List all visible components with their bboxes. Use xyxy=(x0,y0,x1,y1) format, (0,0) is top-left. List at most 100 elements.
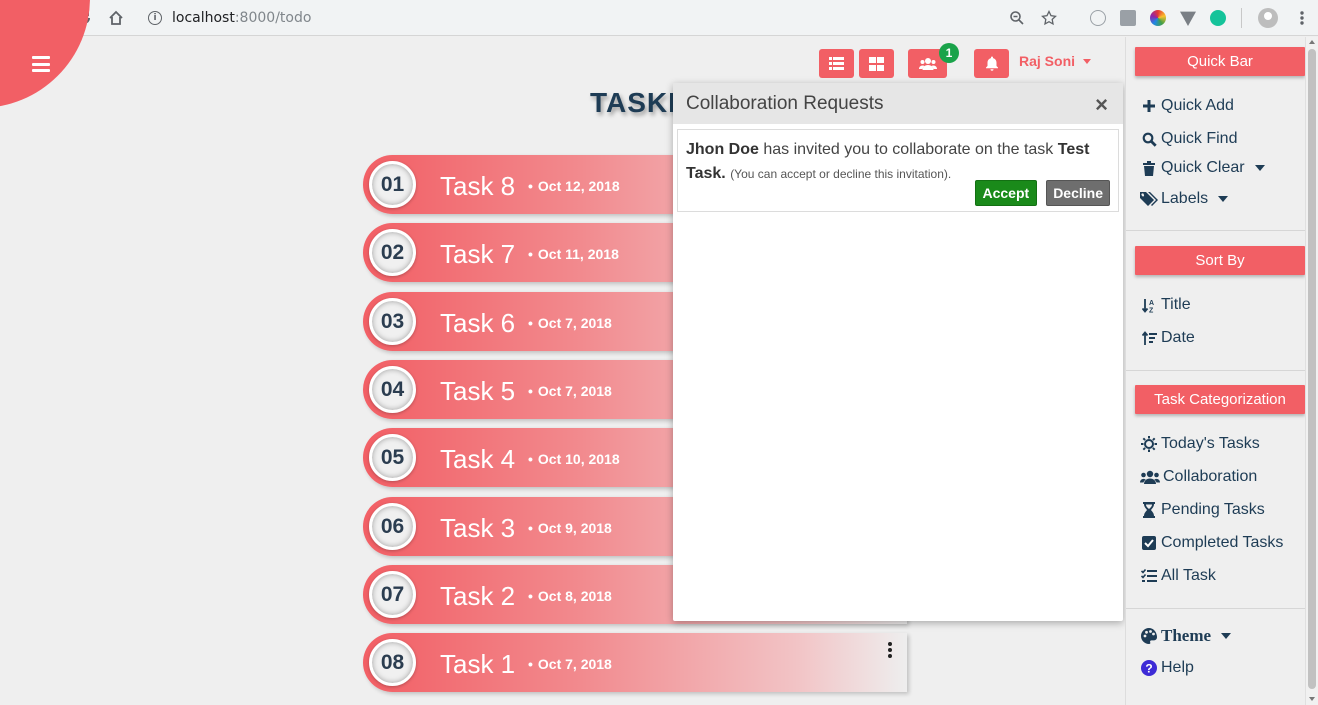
extension-circle-icon[interactable] xyxy=(1090,10,1106,26)
pending-tasks-link[interactable]: Pending Tasks xyxy=(1140,501,1265,519)
task-date: Oct 7, 2018 xyxy=(528,315,612,331)
scroll-down-icon[interactable] xyxy=(1309,697,1315,701)
sort-by-heading: Sort By xyxy=(1135,246,1305,275)
completed-tasks-link[interactable]: Completed Tasks xyxy=(1140,534,1283,552)
sort-by-date-button[interactable]: Date xyxy=(1140,329,1195,347)
task-date: Oct 11, 2018 xyxy=(528,246,619,262)
task-number: 01 xyxy=(369,161,416,208)
popup-title: Collaboration Requests xyxy=(686,92,884,114)
extension-color-icon[interactable] xyxy=(1150,10,1166,26)
collaboration-link[interactable]: Collaboration xyxy=(1140,468,1257,486)
list-view-button[interactable] xyxy=(819,49,854,78)
chevron-down-icon xyxy=(1218,196,1229,202)
completed-tasks-label: Completed Tasks xyxy=(1161,534,1284,551)
users-icon xyxy=(1140,470,1160,484)
zoom-icon[interactable] xyxy=(1006,7,1028,29)
task-title: Task 8 xyxy=(440,171,516,201)
browser-toolbar: i localhost:8000/todo xyxy=(0,0,1318,36)
popup-header: Collaboration Requests × xyxy=(673,83,1123,124)
collaboration-request: Jhon Doe has invited you to collaborate … xyxy=(677,129,1119,212)
close-icon[interactable]: × xyxy=(1095,92,1108,118)
hamburger-menu-icon[interactable] xyxy=(32,56,50,72)
task-date: Oct 9, 2018 xyxy=(528,520,612,536)
list-icon xyxy=(829,57,844,70)
task-title: Task 4 xyxy=(440,444,516,474)
theme-dropdown[interactable]: Theme xyxy=(1140,626,1232,646)
accept-button[interactable]: Accept xyxy=(974,180,1038,206)
collaboration-label: Collaboration xyxy=(1163,468,1258,485)
page-scrollbar[interactable] xyxy=(1305,37,1318,705)
address-bar[interactable]: i localhost:8000/todo xyxy=(148,10,311,26)
extension-grammarly-icon[interactable] xyxy=(1210,10,1226,26)
browser-menu-icon[interactable] xyxy=(1291,7,1313,29)
right-sidebar: Quick Bar Quick Add Quick Find Quick Cle… xyxy=(1125,37,1306,705)
labels-label: Labels xyxy=(1161,190,1209,207)
quick-find-button[interactable]: Quick Find xyxy=(1140,130,1237,148)
bookmark-star-icon[interactable] xyxy=(1038,7,1060,29)
sort-date-label: Date xyxy=(1161,329,1195,346)
labels-dropdown[interactable]: Labels xyxy=(1140,190,1229,208)
chevron-down-icon xyxy=(1221,633,1232,639)
sun-icon xyxy=(1140,436,1158,452)
request-sender: Jhon Doe xyxy=(686,141,759,158)
task-date: Oct 7, 2018 xyxy=(528,656,612,672)
sort-alpha-icon: AZ xyxy=(1140,298,1158,313)
divider xyxy=(1126,608,1306,609)
task-number: 03 xyxy=(369,298,416,345)
task-number: 08 xyxy=(369,639,416,686)
divider xyxy=(1126,370,1306,371)
quick-add-label: Quick Add xyxy=(1161,97,1234,114)
grid-icon xyxy=(869,56,884,71)
task-number: 06 xyxy=(369,503,416,550)
sort-by-title-button[interactable]: AZ Title xyxy=(1140,296,1191,314)
task-number: 02 xyxy=(369,229,416,276)
task-title: Task 1 xyxy=(440,649,516,679)
task-date: Oct 8, 2018 xyxy=(528,588,612,604)
quick-add-button[interactable]: Quick Add xyxy=(1140,97,1234,115)
users-icon xyxy=(918,57,937,70)
task-options-icon[interactable] xyxy=(887,642,893,658)
grid-view-button[interactable] xyxy=(859,49,894,78)
menu-corner xyxy=(0,0,90,108)
divider xyxy=(1126,230,1306,231)
quick-find-label: Quick Find xyxy=(1161,130,1238,147)
check-square-icon xyxy=(1140,536,1158,550)
browser-actions xyxy=(1001,0,1318,36)
help-label: Help xyxy=(1161,659,1194,676)
task-date: Oct 7, 2018 xyxy=(528,383,612,399)
plus-icon xyxy=(1140,99,1158,113)
all-task-label: All Task xyxy=(1161,567,1216,584)
svg-text:Z: Z xyxy=(1149,307,1154,313)
quick-clear-dropdown[interactable]: Quick Clear xyxy=(1140,159,1265,177)
help-link[interactable]: ? Help xyxy=(1140,659,1194,677)
task-item[interactable]: 08 Task 1 Oct 7, 2018 xyxy=(363,633,907,692)
request-note: (You can accept or decline this invitati… xyxy=(730,167,952,181)
trash-icon xyxy=(1140,160,1158,176)
all-task-link[interactable]: All Task xyxy=(1140,567,1216,585)
tags-icon xyxy=(1140,192,1158,206)
todays-tasks-link[interactable]: Today's Tasks xyxy=(1140,435,1260,453)
task-title: Task 5 xyxy=(440,376,516,406)
quick-clear-label: Quick Clear xyxy=(1161,159,1245,176)
site-info-icon[interactable]: i xyxy=(148,10,162,25)
request-message: Jhon Doe has invited you to collaborate … xyxy=(686,138,1110,186)
scroll-up-icon[interactable] xyxy=(1309,40,1315,44)
collaboration-badge: 1 xyxy=(939,43,959,63)
task-title: Task 7 xyxy=(440,239,516,269)
url-path: :8000/todo xyxy=(234,9,312,26)
user-menu[interactable]: Raj Soni xyxy=(1019,53,1092,69)
request-actions: Accept Decline xyxy=(974,180,1110,206)
notifications-button[interactable] xyxy=(974,49,1009,78)
extension-mail-icon[interactable] xyxy=(1120,10,1136,26)
scrollbar-thumb[interactable] xyxy=(1308,49,1316,689)
profile-avatar-icon[interactable] xyxy=(1258,8,1278,28)
request-text: has invited you to collaborate on the ta… xyxy=(758,141,1058,158)
extension-v-icon[interactable] xyxy=(1180,11,1196,26)
decline-button[interactable]: Decline xyxy=(1046,180,1110,206)
quick-bar-heading: Quick Bar xyxy=(1135,47,1305,76)
home-icon[interactable] xyxy=(100,2,132,34)
theme-label: Theme xyxy=(1161,626,1212,645)
bell-icon xyxy=(985,56,998,71)
toolbar-separator xyxy=(1241,8,1242,28)
hourglass-icon xyxy=(1140,502,1158,518)
